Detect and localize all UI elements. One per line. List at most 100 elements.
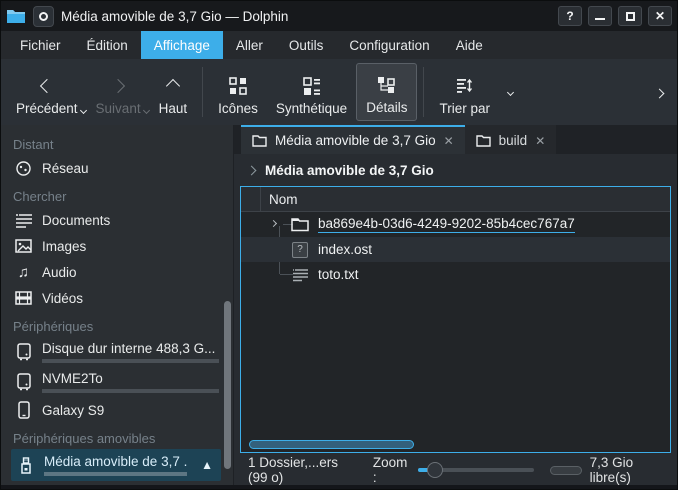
- minimize-icon: [595, 18, 605, 20]
- chevron-right-icon: [655, 88, 665, 98]
- toolbar-overflow-button[interactable]: [648, 77, 671, 108]
- section-distant: Distant: [1, 129, 233, 155]
- back-dropdown-icon[interactable]: [80, 107, 87, 114]
- forward-dropdown-icon: [143, 107, 150, 114]
- tree-cell: [241, 237, 291, 262]
- menu-affichage[interactable]: Affichage: [141, 31, 223, 59]
- disk-usage-bar: [42, 389, 219, 393]
- tab-close-icon[interactable]: ✕: [535, 134, 545, 148]
- tab-media-amovible[interactable]: Média amovible de 3,7 Gio ✕: [241, 125, 465, 154]
- sidebar-item-reseau[interactable]: Réseau: [1, 155, 233, 181]
- details-view-button[interactable]: Détails: [356, 63, 417, 121]
- menu-aller[interactable]: Aller: [223, 31, 276, 59]
- tab-build[interactable]: build ✕: [465, 125, 557, 154]
- section-peripheriques-amovibles: Périphériques amovibles: [1, 423, 233, 449]
- hard-drive-icon: [15, 373, 32, 391]
- breadcrumb-location[interactable]: Média amovible de 3,7 Gio: [265, 163, 434, 178]
- maximize-button[interactable]: [618, 6, 642, 26]
- toolbar-separator: [202, 67, 203, 117]
- up-icon: [166, 79, 180, 93]
- sidebar-scrollbar[interactable]: [224, 301, 231, 469]
- sidebar-item-audio[interactable]: ♫ Audio: [1, 259, 233, 285]
- window-bottom-edge: [1, 485, 677, 489]
- tab-close-icon[interactable]: ✕: [444, 134, 454, 148]
- horizontal-scrollbar[interactable]: [249, 440, 414, 449]
- sort-icon: [455, 76, 475, 96]
- folder-app-icon: [6, 8, 26, 24]
- places-panel: Distant Réseau Chercher Documents Images: [1, 125, 234, 487]
- minimize-button[interactable]: [588, 6, 612, 26]
- usb-stick-icon: [17, 456, 34, 474]
- titlebar: Média amovible de 3,7 Gio — Dolphin ? ✕: [1, 1, 677, 31]
- breadcrumb-chevron-icon[interactable]: [247, 165, 257, 175]
- sort-by-button[interactable]: Trier par: [430, 63, 499, 121]
- tree-cell: [241, 212, 291, 237]
- zoom-label: Zoom :: [373, 455, 410, 485]
- film-icon: [15, 289, 32, 307]
- maximize-icon: [626, 12, 635, 21]
- icons-view-icon: [228, 76, 248, 96]
- status-bar: 1 Dossier,...ers (99 o) Zoom : 7,3 Gio l…: [234, 453, 677, 487]
- window-controls: ? ✕: [558, 6, 672, 26]
- chevron-down-icon: [507, 89, 514, 96]
- forward-button[interactable]: Suivant: [87, 63, 150, 121]
- unknown-file-icon: ?: [291, 242, 309, 258]
- header-gutter: [241, 187, 261, 211]
- breadcrumb: Média amovible de 3,7 Gio: [234, 154, 677, 186]
- network-icon: [15, 159, 32, 177]
- section-chercher: Chercher: [1, 181, 233, 207]
- items-summary: 1 Dossier,...ers (99 o): [248, 455, 361, 485]
- tab-bar: Média amovible de 3,7 Gio ✕ build ✕: [234, 125, 677, 154]
- expand-arrow-icon[interactable]: [270, 220, 277, 227]
- menu-aide[interactable]: Aide: [443, 31, 496, 59]
- toolbar: Précédent Suivant Haut Icônes: [1, 59, 677, 125]
- file-row-folder[interactable]: ba869e4b-03d6-4249-9202-85b4cec767a7: [241, 212, 670, 237]
- sidebar-item-media-amovible[interactable]: Média amovible de 3,7 ... ▲: [11, 449, 221, 481]
- window-title: Média amovible de 3,7 Gio — Dolphin: [61, 9, 551, 24]
- sidebar-item-disque-dur[interactable]: Disque dur interne 488,3 G...: [1, 337, 233, 367]
- file-name[interactable]: ba869e4b-03d6-4249-9202-85b4cec767a7: [318, 216, 575, 233]
- column-header-row: Nom: [241, 187, 670, 212]
- sidebar-item-nvme2to[interactable]: NVME2To: [1, 367, 233, 397]
- file-rows: ba869e4b-03d6-4249-9202-85b4cec767a7 ? i…: [241, 212, 670, 287]
- eject-button[interactable]: ▲: [201, 458, 213, 472]
- column-header-nom[interactable]: Nom: [261, 192, 298, 207]
- icons-view-button[interactable]: Icônes: [209, 63, 267, 121]
- tree-cell: [241, 262, 291, 287]
- toolbar-separator: [423, 67, 424, 117]
- folder-icon: [476, 135, 491, 147]
- back-button[interactable]: Précédent: [7, 63, 87, 121]
- section-peripheriques: Périphériques: [1, 311, 233, 337]
- documents-icon: [15, 211, 32, 229]
- compact-view-button[interactable]: Synthétique: [267, 63, 356, 121]
- help-button[interactable]: ?: [558, 6, 582, 26]
- text-file-icon: [291, 267, 309, 283]
- image-icon: [15, 237, 32, 255]
- removable-media-badge-icon[interactable]: [33, 6, 54, 27]
- compact-view-icon: [302, 76, 322, 96]
- menu-outils[interactable]: Outils: [276, 31, 337, 59]
- file-row-unknown[interactable]: ? index.ost: [241, 237, 670, 262]
- capacity-bar: [550, 466, 582, 475]
- menu-fichier[interactable]: Fichier: [7, 31, 74, 59]
- sort-dropdown-button[interactable]: [499, 63, 522, 121]
- menu-configuration[interactable]: Configuration: [336, 31, 442, 59]
- file-row-text[interactable]: toto.txt: [241, 262, 670, 287]
- close-button[interactable]: ✕: [648, 6, 672, 26]
- zoom-slider-handle[interactable]: [427, 462, 443, 478]
- menubar: Fichier Édition Affichage Aller Outils C…: [1, 31, 677, 59]
- sidebar-item-galaxy-s9[interactable]: Galaxy S9: [1, 397, 233, 423]
- sidebar-item-images[interactable]: Images: [1, 233, 233, 259]
- smartphone-icon: [15, 401, 32, 419]
- menu-edition[interactable]: Édition: [74, 31, 141, 59]
- details-view-icon: [376, 75, 398, 95]
- up-button[interactable]: Haut: [150, 63, 197, 121]
- forward-icon: [111, 79, 125, 93]
- file-name[interactable]: toto.txt: [318, 267, 359, 282]
- sidebar-item-documents[interactable]: Documents: [1, 207, 233, 233]
- sidebar-item-videos[interactable]: Vidéos: [1, 285, 233, 311]
- zoom-slider[interactable]: [418, 461, 534, 479]
- file-name[interactable]: index.ost: [318, 242, 372, 257]
- file-view: Nom ba869e4b-03d6-42: [240, 186, 671, 453]
- back-icon: [40, 79, 54, 93]
